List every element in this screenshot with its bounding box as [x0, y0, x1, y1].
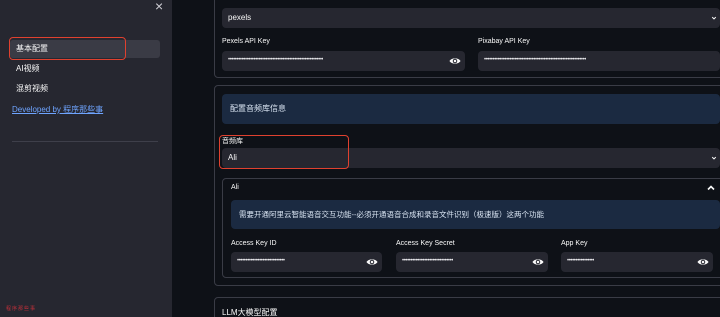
access-key-id-value: •••••••••••••••••••••••••••• — [237, 258, 285, 264]
access-key-secret-input[interactable]: •••••••••••••••••••••••••••••• — [396, 252, 548, 272]
access-key-id-label: Access Key ID — [231, 240, 277, 247]
pexels-api-key-value: ••••••••••••••••••••••••••••••••••••••••… — [228, 57, 324, 63]
access-key-id-input[interactable]: •••••••••••••••••••••••••••• — [231, 252, 382, 272]
llm-config-title: LLM大模型配置 — [222, 308, 278, 317]
audio-info-box: 配置音频库信息 — [222, 94, 720, 124]
app-key-input[interactable]: •••••••••••••••• — [561, 252, 713, 272]
video-source-select[interactable]: pexels — [222, 8, 720, 28]
access-key-secret-value: •••••••••••••••••••••••••••••• — [402, 258, 454, 264]
ali-expander-title[interactable]: Ali — [231, 184, 239, 191]
close-icon[interactable]: × — [155, 0, 163, 13]
pixabay-api-key-value: ••••••••••••••••••••••••••••••••••••••••… — [484, 57, 587, 63]
chevron-down-icon — [711, 16, 717, 20]
eye-icon[interactable] — [366, 257, 378, 267]
eye-icon[interactable] — [449, 56, 461, 66]
eye-icon[interactable] — [532, 257, 544, 267]
pixabay-label: Pixabay API Key — [478, 38, 530, 45]
access-key-secret-label: Access Key Secret — [396, 240, 455, 247]
sidebar-item-mix-video[interactable]: 混剪视频 — [10, 80, 160, 98]
watermark: 程序那些事 — [6, 306, 37, 312]
sidebar-divider — [12, 141, 158, 142]
developer-link[interactable]: Developed by 程序那些事 — [12, 104, 103, 115]
sidebar-item-ai-video[interactable]: AI视频 — [10, 60, 160, 78]
app-key-value: •••••••••••••••• — [567, 258, 595, 264]
eye-icon[interactable] — [697, 257, 709, 267]
pixabay-api-key-input[interactable]: ••••••••••••••••••••••••••••••••••••••••… — [478, 51, 720, 71]
highlight-box-audio-lib — [219, 135, 349, 169]
chevron-up-icon[interactable] — [706, 183, 716, 193]
highlight-box-sidebar — [9, 37, 126, 60]
pexels-label: Pexels API Key — [222, 38, 270, 45]
ali-info-box: 需要开通阿里云智能语音交互功能--必须开通语音合成和录音文件识别（极速版）这两个… — [231, 200, 720, 229]
pexels-api-key-input[interactable]: ••••••••••••••••••••••••••••••••••••••••… — [222, 51, 465, 71]
chevron-down-icon — [711, 156, 717, 160]
app-key-label: App Key — [561, 240, 588, 247]
video-source-value: pexels — [228, 13, 252, 22]
llm-config-panel — [214, 297, 720, 317]
